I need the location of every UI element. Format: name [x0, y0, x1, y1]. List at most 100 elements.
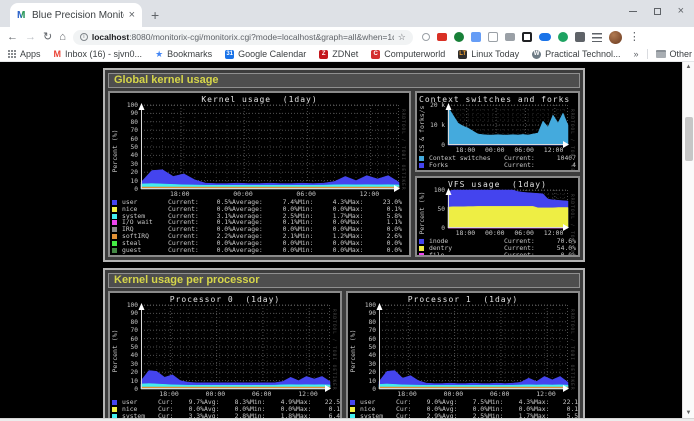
legend-row: fileCurrent:0.0%: [419, 252, 576, 257]
chart-panel-processor-1[interactable]: Processor 1 (1day) Percent (%) 010203040…: [346, 291, 580, 421]
evernote-extension-icon[interactable]: [558, 32, 568, 42]
rrdtool-watermark: RRDTOOL / TOBI OETIKER: [399, 105, 407, 197]
back-icon[interactable]: ←: [7, 32, 18, 43]
gmail-icon: M: [54, 49, 62, 59]
reload-icon[interactable]: ↻: [43, 32, 52, 43]
chart-panel-context-switches[interactable]: Context switches and forks (1day) CS & f…: [415, 91, 580, 172]
bookmark-bookmarks[interactable]: ★ Bookmarks: [155, 49, 212, 60]
legend-swatch: [419, 253, 424, 257]
x-axis-ticks: 18:0000:0006:0012:00: [448, 228, 568, 236]
square-extension-icon[interactable]: [522, 32, 532, 42]
bookmark-linux-today[interactable]: LT Linux Today: [458, 49, 519, 59]
rrdtool-watermark: RRDTOOL / TOBI OETIKER: [568, 190, 576, 236]
legend-value: 0.0%: [322, 247, 348, 254]
bookmark-practical-technology[interactable]: W Practical Technol...: [532, 49, 620, 59]
section-title: Global kernel usage: [108, 73, 580, 88]
y-axis-label: Percent (%): [112, 105, 121, 197]
monitorix-favicon-icon: M M: [17, 10, 27, 21]
globe-extension-icon[interactable]: [454, 32, 464, 42]
tab-monitorix[interactable]: M M Blue Precision Monitorix ×: [10, 3, 142, 27]
calendar-icon: 31: [225, 50, 234, 59]
search-extension-icon[interactable]: [422, 33, 430, 41]
rrdtool-watermark: RRDTOOL / TOBI OETIKER: [330, 305, 338, 397]
legend-swatch: [350, 400, 355, 405]
chart-plot: [379, 305, 568, 389]
section-title: Kernel usage per processor: [108, 273, 580, 288]
chart-legend: inodeCurrent:70.6%dentryCurrent:54.0%fil…: [419, 238, 576, 257]
chart-plot: [141, 305, 330, 389]
chart-panel-processor-0[interactable]: Processor 0 (1day) Percent (%) 010203040…: [108, 291, 342, 421]
close-window-icon[interactable]: ×: [678, 7, 684, 16]
scrollbar-down-icon[interactable]: ▼: [683, 408, 694, 418]
chart-title: Processor 0 (1day): [112, 295, 338, 305]
vertical-scrollbar[interactable]: ▲ ▼: [682, 62, 694, 421]
tab-title: Blue Precision Monitorix: [32, 10, 124, 21]
legend-swatch: [112, 407, 117, 412]
folder-icon: [656, 50, 666, 58]
meet-extension-icon[interactable]: [539, 33, 551, 41]
box-extension-icon[interactable]: [488, 32, 498, 42]
tab-close-icon[interactable]: ×: [129, 10, 135, 21]
legend-label: file: [429, 252, 504, 257]
chart-panel-kernel-usage[interactable]: Kernel usage (1day) Percent (%) 01020304…: [108, 91, 411, 257]
computerworld-icon: C: [371, 50, 380, 59]
legend-col-label: Min:: [298, 247, 322, 254]
legend-swatch: [419, 239, 424, 244]
pages-extension-icon[interactable]: [471, 32, 481, 42]
extension-icons: ⋮: [422, 31, 640, 44]
chart-panel-vfs-usage[interactable]: VFS usage (1day) Percent (%) 050100 18:0…: [415, 176, 580, 257]
chart-plot: [141, 105, 399, 189]
bookmark-apps[interactable]: Apps: [8, 49, 41, 59]
legend-swatch: [112, 400, 117, 405]
apps-grid-icon: [8, 50, 16, 58]
legend-row: guestCurrent:0.0%Average:0.0%Min:0.0%Max…: [112, 247, 407, 254]
scrollbar-up-icon[interactable]: ▲: [683, 62, 694, 72]
bookmark-google-calendar[interactable]: 31 Google Calendar: [225, 49, 306, 59]
bookmark-inbox[interactable]: M Inbox (16) - sjvn0...: [54, 49, 143, 59]
legend-swatch: [112, 227, 117, 232]
y-axis-ticks: 050100: [428, 190, 448, 236]
bookmark-computerworld[interactable]: C Computerworld: [371, 49, 445, 59]
x-axis-ticks: 18:0000:0006:0012:00: [141, 389, 330, 397]
window-controls: ×: [629, 7, 684, 16]
url-text: localhost:8080/monitorix-cgi/monitorix.c…: [92, 32, 394, 42]
maximize-icon[interactable]: [654, 8, 661, 15]
legend-value: 0.0%: [204, 247, 232, 254]
legend-label: Forks: [429, 162, 504, 169]
y-axis-ticks: 0102030405060708090100: [359, 305, 379, 397]
legend-col-label: Current:: [504, 162, 542, 169]
menu-icon[interactable]: ⋮: [629, 32, 640, 43]
home-icon[interactable]: ⌂: [59, 32, 66, 43]
chart-legend: userCurrent:0.5%Average:7.4%Min:4.3%Max:…: [112, 199, 407, 253]
forward-icon[interactable]: →: [25, 32, 36, 43]
chart-plot: [448, 190, 568, 228]
section-kernel-usage-per-processor: Kernel usage per processor Processor 0 (…: [103, 268, 585, 421]
wordpress-icon: W: [532, 50, 541, 59]
address-bar[interactable]: i localhost:8080/monitorix-cgi/monitorix…: [73, 30, 413, 45]
bookmarks-overflow-icon[interactable]: »: [634, 49, 639, 59]
x-axis-ticks: 18:0000:0006:0012:00: [141, 189, 399, 197]
browser-window: M M Blue Precision Monitorix × + × ← → ↻…: [0, 0, 694, 421]
bookmark-star-icon[interactable]: ☆: [398, 32, 406, 43]
bookmarks-divider: [647, 49, 648, 59]
scrollbar-thumb[interactable]: [685, 117, 693, 161]
list-extension-icon[interactable]: [592, 33, 602, 42]
other-bookmarks[interactable]: Other bookmarks: [656, 49, 694, 59]
y-axis-ticks: 0102030405060708090100: [121, 305, 141, 397]
legend-value: 0.0%: [270, 247, 298, 254]
legend-swatch: [419, 156, 424, 161]
new-tab-button[interactable]: +: [151, 7, 159, 23]
puzzle-extensions-icon[interactable]: [575, 32, 585, 42]
y-axis-label: CS & forks/s: [419, 105, 428, 153]
cast-extension-icon[interactable]: [505, 33, 515, 41]
bookmarks-bar: Apps M Inbox (16) - sjvn0... ★ Bookmarks…: [0, 47, 694, 62]
minimize-icon[interactable]: [629, 11, 637, 12]
mail-extension-icon[interactable]: [437, 33, 447, 41]
legend-value: 0.0%: [372, 247, 402, 254]
info-icon[interactable]: i: [80, 33, 88, 41]
legend-swatch: [419, 246, 424, 251]
profile-avatar[interactable]: [609, 31, 622, 44]
bookmark-zdnet[interactable]: Z ZDNet: [319, 49, 358, 59]
section-global-kernel-usage: Global kernel usage Kernel usage (1day) …: [103, 68, 585, 262]
legend-row: ForksCurrent:4: [419, 162, 576, 169]
